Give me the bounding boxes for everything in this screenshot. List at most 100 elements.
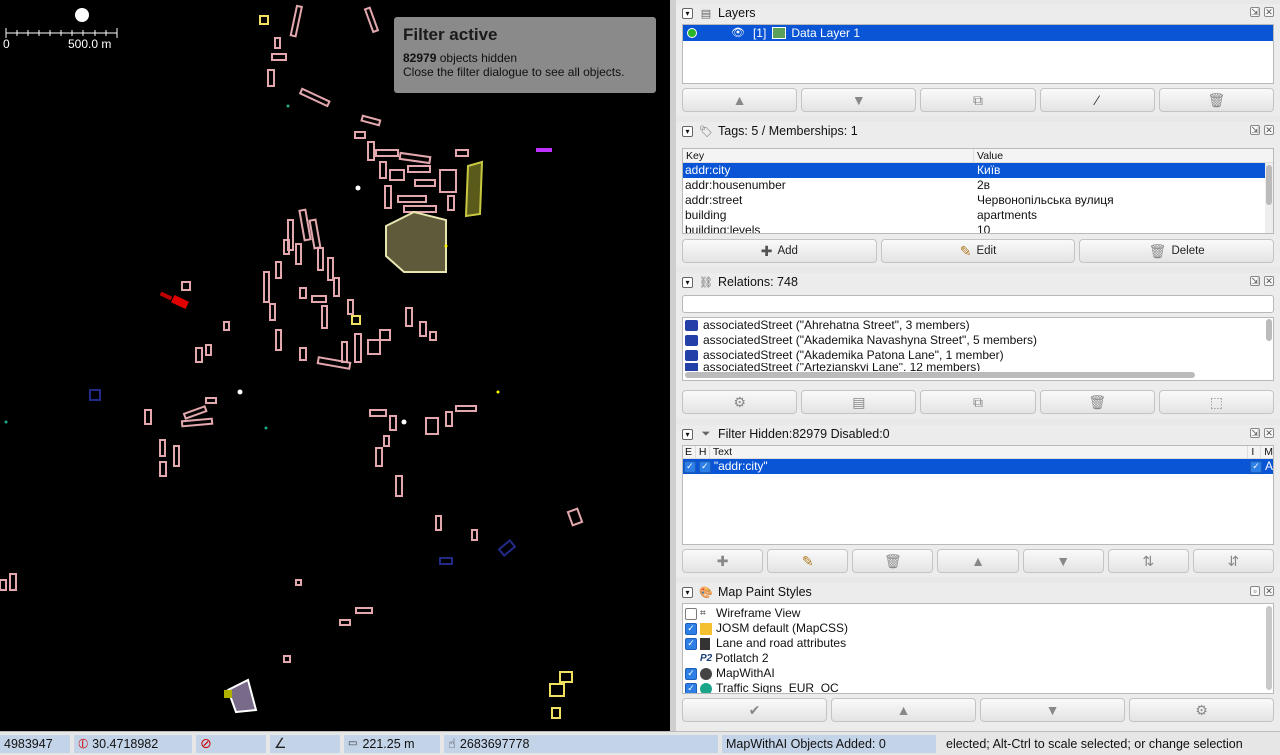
sort-filter-button[interactable]: ⇅ [1107, 549, 1189, 573]
arrow-up-icon: ▲ [732, 92, 747, 108]
style-preferences-button[interactable]: ⚙ [1129, 698, 1274, 722]
heading-field: ⊘ [196, 734, 266, 753]
close-icon[interactable]: ✕ [1264, 428, 1274, 438]
paint-style-row[interactable]: ✓ Lane and road attributes [683, 636, 1273, 651]
activate-layer-button[interactable]: ⁄ [1039, 88, 1155, 112]
relation-row[interactable]: associatedStreet ("Akademika Navashyna S… [683, 333, 1273, 348]
collapse-icon[interactable]: ▾ [682, 7, 693, 19]
close-icon[interactable]: ✕ [1264, 7, 1274, 17]
select-relation-button[interactable]: ⬚ [1158, 390, 1275, 414]
panel-window-controls: ▫ ✕ [1250, 586, 1274, 596]
style-checkbox[interactable]: ✓ [685, 667, 697, 680]
tags-panel-header[interactable]: ▾ 🏷 Tags: 5 / Memberships: 1 ⇲ ✕ [676, 122, 1280, 140]
layer-name[interactable]: Data Layer 1 [791, 26, 860, 41]
detach-icon[interactable]: ⇲ [1250, 125, 1260, 135]
close-icon[interactable]: ✕ [1264, 125, 1274, 135]
filter-hiding-checkbox[interactable]: ✓ [698, 460, 711, 473]
style-checkbox[interactable] [685, 607, 697, 620]
relations-v-scroll[interactable] [1266, 319, 1272, 341]
style-checkbox[interactable] [685, 653, 697, 665]
filter-table[interactable]: E H Text I M ✓ ✓ "addr:city" ✓ A [682, 445, 1274, 545]
paint-style-row[interactable]: ⌗ Wireframe View [683, 606, 1273, 621]
inverted-column-header[interactable]: I [1248, 446, 1262, 458]
minimize-icon[interactable]: ▫ [1250, 586, 1260, 596]
mode-column-header[interactable]: M [1261, 446, 1273, 458]
tag-row[interactable]: building:levels 10 [683, 223, 1273, 233]
relations-filter-input[interactable] [682, 295, 1274, 313]
filter-inverted-checkbox[interactable]: ✓ [1250, 460, 1262, 473]
duplicate-relation-button[interactable]: ⧉ [920, 390, 1036, 414]
value-column-header[interactable]: Value [974, 149, 1003, 162]
style-checkbox[interactable]: ✓ [685, 637, 697, 650]
tag-row[interactable]: addr:housenumber 2в [683, 178, 1273, 193]
relation-row[interactable]: associatedStreet ("Ahrehatna Street", 3 … [683, 318, 1273, 333]
hiding-column-header[interactable]: H [696, 446, 710, 458]
text-column-header[interactable]: Text [710, 446, 1249, 458]
style-checkbox[interactable]: ✓ [685, 622, 697, 635]
delete-tag-button[interactable]: 🗑 Delete [1079, 239, 1275, 263]
wireframe-icon: ⌗ [700, 608, 706, 619]
key-column-header[interactable]: Key [683, 149, 974, 162]
paint-styles-panel-header[interactable]: ▾ 🎨 Map Paint Styles ▫ ✕ [676, 583, 1280, 601]
detach-icon[interactable]: ⇲ [1250, 7, 1260, 17]
edit-filter-button[interactable]: ✎ [767, 549, 849, 573]
merge-layers-button[interactable]: ⧉ [920, 88, 1036, 112]
filter-row[interactable]: ✓ ✓ "addr:city" ✓ A [683, 459, 1273, 474]
delete-layer-button[interactable]: 🗑 [1158, 88, 1275, 112]
delete-filter-button[interactable]: 🗑 [852, 549, 934, 573]
filter-panel-header[interactable]: ▾ ⏷ Filter Hidden:82979 Disabled:0 ⇲ ✕ [676, 425, 1280, 443]
trash-icon: 🗑 [883, 552, 902, 569]
paint-style-row[interactable]: P2 Potlatch 2 [683, 651, 1273, 666]
close-icon[interactable]: ✕ [1264, 586, 1274, 596]
paint-style-row[interactable]: ✓ JOSM default (MapCSS) [683, 621, 1273, 636]
edit-tag-button[interactable]: ✎ Edit [880, 239, 1076, 263]
tag-row[interactable]: addr:street Червонопільська вулиця [683, 193, 1273, 208]
style-up-button[interactable]: ▲ [831, 698, 976, 722]
paint-style-row[interactable]: ✓ Traffic Signs_EUR_OC [683, 681, 1273, 693]
add-filter-button[interactable]: ✚ [682, 549, 764, 573]
relations-panel-header[interactable]: ▾ ⛓ Relations: 748 ⇲ ✕ [676, 273, 1280, 291]
close-icon[interactable]: ✕ [1264, 276, 1274, 286]
filter-enabled-checkbox[interactable]: ✓ [684, 460, 696, 473]
paint-styles-list[interactable]: ⌗ Wireframe View ✓ JOSM default (MapCSS)… [682, 603, 1274, 694]
detach-icon[interactable]: ⇲ [1250, 428, 1260, 438]
edit-relation-button[interactable]: ▤ [801, 390, 917, 414]
tags-table[interactable]: Key Value addr:city Київ addr:housenumbe… [682, 148, 1274, 234]
activate-style-button[interactable]: ✔ [682, 698, 827, 722]
map-canvas[interactable] [0, 0, 670, 731]
filter-up-button[interactable]: ▲ [937, 549, 1019, 573]
tags-scrollbar[interactable] [1265, 163, 1273, 233]
delete-relation-button[interactable]: 🗑 [1039, 390, 1155, 414]
style-checkbox[interactable]: ✓ [685, 682, 697, 693]
collapse-icon[interactable]: ▾ [682, 276, 693, 288]
layers-panel-header[interactable]: ▾ ▤ Layers ⇲ ✕ [676, 4, 1280, 22]
paint-styles-scrollbar[interactable] [1266, 606, 1272, 690]
collapse-icon[interactable]: ▾ [682, 428, 693, 440]
reverse-filter-button[interactable]: ⇵ [1192, 549, 1274, 573]
edit-label: Edit [976, 245, 997, 257]
style-down-button[interactable]: ▼ [980, 698, 1125, 722]
collapse-icon[interactable]: ▾ [682, 125, 693, 137]
relation-type-icon [685, 335, 698, 346]
relation-label: associatedStreet ("Ahrehatna Street", 3 … [703, 318, 970, 332]
add-tag-button[interactable]: ✚ Add [682, 239, 877, 263]
scroll-thumb[interactable] [1266, 165, 1272, 205]
detach-icon[interactable]: ⇲ [1250, 276, 1260, 286]
enabled-column-header[interactable]: E [683, 446, 696, 458]
tag-row[interactable]: addr:city Київ [683, 163, 1273, 178]
layer-row[interactable]: 👁 [1] Data Layer 1 [683, 25, 1273, 41]
tag-row[interactable]: building apartments [683, 208, 1273, 223]
move-down-button[interactable]: ▼ [801, 88, 917, 112]
relations-list[interactable]: associatedStreet ("Ahrehatna Street", 3 … [682, 317, 1274, 381]
relation-row[interactable]: associatedStreet ("Akademika Patona Lane… [683, 348, 1273, 363]
filter-down-button[interactable]: ▼ [1022, 549, 1104, 573]
paint-style-row[interactable]: ✓ MapWithAI [683, 666, 1273, 681]
relation-settings-button[interactable]: ⚙ [682, 390, 798, 414]
relation-row[interactable]: associatedStreet ("Artezianskyi Lane", 1… [683, 363, 1273, 371]
map-view[interactable]: 0 500.0 m Filter active 82979 objects hi… [0, 0, 670, 731]
layers-list[interactable]: 👁 [1] Data Layer 1 [682, 24, 1274, 84]
move-up-button[interactable]: ▲ [682, 88, 798, 112]
relations-h-scroll[interactable] [685, 372, 1195, 378]
collapse-icon[interactable]: ▾ [682, 586, 693, 598]
eye-icon[interactable]: 👁 [731, 26, 745, 41]
